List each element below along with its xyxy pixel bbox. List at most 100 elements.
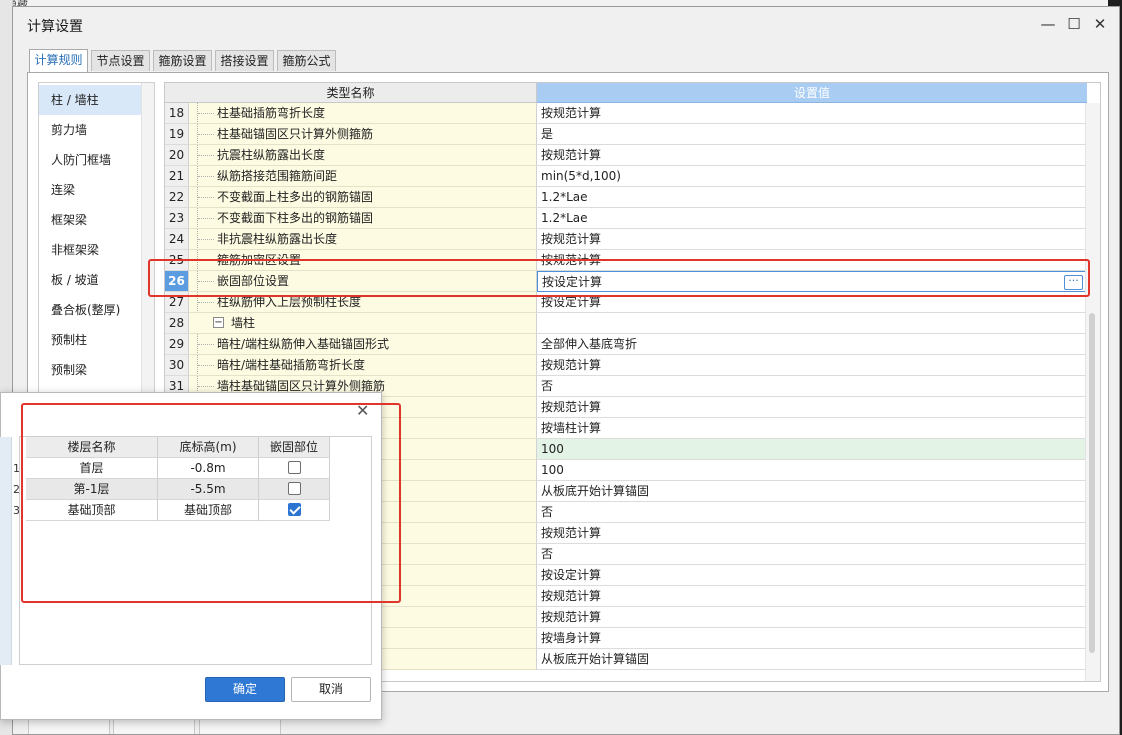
row-type-name: 不变截面上柱多出的钢筋锚固 <box>189 187 537 208</box>
row-setting-value[interactable]: 按规范计算 <box>537 607 1087 628</box>
grid-row[interactable]: 18 柱基础插筋弯折长度 按规范计算 <box>165 103 1087 124</box>
row-type-label: 非抗震柱纵筋露出长度 <box>217 232 338 246</box>
tab-stirrup-formula[interactable]: 箍筋公式 <box>277 50 336 71</box>
category-composite-slab[interactable]: 叠合板(整厚) <box>39 295 143 325</box>
row-type-name: 暗柱/端柱纵筋伸入基础锚固形式 <box>189 334 537 355</box>
grid-scrollbar[interactable] <box>1085 103 1100 681</box>
category-column[interactable]: 柱 / 墙柱 <box>39 85 143 115</box>
row-setting-value[interactable]: 按规范计算 <box>537 250 1087 271</box>
category-precast-column[interactable]: 预制柱 <box>39 325 143 355</box>
minimize-button[interactable]: — <box>1036 13 1060 35</box>
grid-row[interactable]: 25 箍筋加密区设置 按规范计算 <box>165 250 1087 271</box>
grid-header: 类型名称 设置值 <box>165 83 1100 103</box>
floor-row-index: 3 <box>13 504 20 517</box>
category-shear-wall[interactable]: 剪力墙 <box>39 115 143 145</box>
row-setting-value[interactable]: 100 <box>537 460 1087 481</box>
dialog-close-icon[interactable]: ✕ <box>356 401 369 420</box>
grid-scroll-thumb[interactable] <box>1089 313 1095 653</box>
collapse-icon[interactable]: − <box>213 317 224 328</box>
row-type-label: 暗柱/端柱基础插筋弯折长度 <box>217 358 366 372</box>
row-setting-value[interactable]: 按规范计算 <box>537 586 1087 607</box>
maximize-button[interactable]: ☐ <box>1062 13 1086 35</box>
cancel-button[interactable]: 取消 <box>291 677 371 702</box>
row-number: 21 <box>165 166 189 187</box>
row-setting-label: 100 <box>541 463 564 477</box>
category-slab[interactable]: 板 / 坡道 <box>39 265 143 295</box>
category-civil-defense-wall[interactable]: 人防门框墙 <box>39 145 143 175</box>
row-setting-value[interactable]: 否 <box>537 502 1087 523</box>
category-precast-beam[interactable]: 预制梁 <box>39 355 143 385</box>
close-button[interactable]: ✕ <box>1088 13 1112 35</box>
embedment-checkbox[interactable] <box>288 503 301 516</box>
row-setting-value[interactable]: min(5*d,100) <box>537 166 1087 187</box>
row-setting-value[interactable]: 按规范计算 <box>537 103 1087 124</box>
grid-row[interactable]: 21 纵筋搭接范围箍筋间距 min(5*d,100) <box>165 166 1087 187</box>
col-bottom-elevation: 底标高(m) <box>158 437 259 458</box>
grid-row[interactable]: 19 柱基础锚固区只计算外侧箍筋 是 <box>165 124 1087 145</box>
header-setting-value: 设置值 <box>537 83 1087 103</box>
category-frame-beam[interactable]: 框架梁 <box>39 205 143 235</box>
row-setting-value[interactable]: 1.2*Lae <box>537 187 1087 208</box>
grid-row[interactable]: 29 暗柱/端柱纵筋伸入基础锚固形式 全部伸入基底弯折 <box>165 334 1087 355</box>
row-setting-value[interactable]: 按墙柱计算 <box>537 418 1087 439</box>
row-setting-value[interactable]: 1.2*Lae <box>537 208 1087 229</box>
row-setting-value[interactable]: 是 <box>537 124 1087 145</box>
grid-row[interactable]: 23 不变截面下柱多出的钢筋锚固 1.2*Lae <box>165 208 1087 229</box>
row-setting-label: 否 <box>541 379 554 393</box>
category-non-frame-beam[interactable]: 非框架梁 <box>39 235 143 265</box>
background-button <box>199 719 281 734</box>
grid-row[interactable]: 28− 墙柱 <box>165 313 1087 334</box>
tree-line-icon <box>197 103 214 123</box>
tree-line-icon <box>197 166 214 186</box>
row-setting-label: 100 <box>541 442 564 456</box>
tab-stirrup-settings[interactable]: 箍筋设置 <box>153 50 212 71</box>
row-type-label: 不变截面下柱多出的钢筋锚固 <box>217 211 374 225</box>
row-setting-value[interactable]: 按设定计算 <box>537 565 1087 586</box>
embedment-checkbox[interactable] <box>288 482 301 495</box>
ellipsis-button[interactable]: ··· <box>1064 275 1083 290</box>
grid-row[interactable]: 24 非抗震柱纵筋露出长度 按规范计算 <box>165 229 1087 250</box>
row-setting-value[interactable]: 按设定计算 ··· <box>537 271 1087 292</box>
header-type-name: 类型名称 <box>165 83 537 103</box>
tree-line-icon <box>197 250 214 270</box>
row-setting-value[interactable]: 按规范计算 <box>537 145 1087 166</box>
floor-row[interactable]: 第-1层 -5.5m <box>20 479 330 500</box>
row-setting-value[interactable]: 按墙身计算 <box>537 628 1087 649</box>
floor-table-header: 楼层名称 底标高(m) 嵌固部位 <box>20 437 330 458</box>
background-button <box>28 719 110 734</box>
row-setting-value[interactable]: 从板底开始计算锚固 <box>537 481 1087 502</box>
grid-row[interactable]: 30 暗柱/端柱基础插筋弯折长度 按规范计算 <box>165 355 1087 376</box>
row-setting-value[interactable] <box>537 313 1087 334</box>
row-setting-value[interactable]: 按设定计算 <box>537 292 1087 313</box>
row-number: 25 <box>165 250 189 271</box>
tab-calc-rules[interactable]: 计算规则 <box>29 49 88 72</box>
tree-line-icon <box>197 355 214 375</box>
tab-node-settings[interactable]: 节点设置 <box>91 50 150 71</box>
row-setting-value[interactable]: 按规范计算 <box>537 355 1087 376</box>
row-setting-value[interactable]: 全部伸入基底弯折 <box>537 334 1087 355</box>
grid-row[interactable]: 27 柱纵筋伸入上层预制柱长度 按设定计算 <box>165 292 1087 313</box>
row-setting-value[interactable]: 按规范计算 <box>537 523 1087 544</box>
floor-row[interactable]: 首层 -0.8m <box>20 458 330 479</box>
ok-button[interactable]: 确定 <box>205 677 285 702</box>
tab-lap-settings[interactable]: 搭接设置 <box>215 50 274 71</box>
row-setting-label: 全部伸入基底弯折 <box>541 337 638 351</box>
row-setting-label: 按规范计算 <box>541 610 602 624</box>
row-type-name: − 墙柱 <box>189 313 537 334</box>
row-number: 18 <box>165 103 189 124</box>
grid-row[interactable]: 26 嵌固部位设置 按设定计算 ··· <box>165 271 1087 292</box>
floor-row[interactable]: 基础顶部 基础顶部 <box>20 500 330 521</box>
row-setting-value[interactable]: 按规范计算 <box>537 397 1087 418</box>
row-setting-value[interactable]: 否 <box>537 544 1087 565</box>
row-number: 23 <box>165 208 189 229</box>
tree-line-icon <box>197 271 214 291</box>
grid-row[interactable]: 22 不变截面上柱多出的钢筋锚固 1.2*Lae <box>165 187 1087 208</box>
row-setting-value[interactable]: 否 <box>537 376 1087 397</box>
row-setting-value[interactable]: 从板底开始计算锚固 <box>537 649 1087 670</box>
embedment-checkbox[interactable] <box>288 461 301 474</box>
row-setting-value[interactable]: 按规范计算 <box>537 229 1087 250</box>
category-coupling-beam[interactable]: 连梁 <box>39 175 143 205</box>
grid-row[interactable]: 20 抗震柱纵筋露出长度 按规范计算 <box>165 145 1087 166</box>
row-setting-value[interactable]: 100 <box>537 439 1087 460</box>
row-number: 30 <box>165 355 189 376</box>
